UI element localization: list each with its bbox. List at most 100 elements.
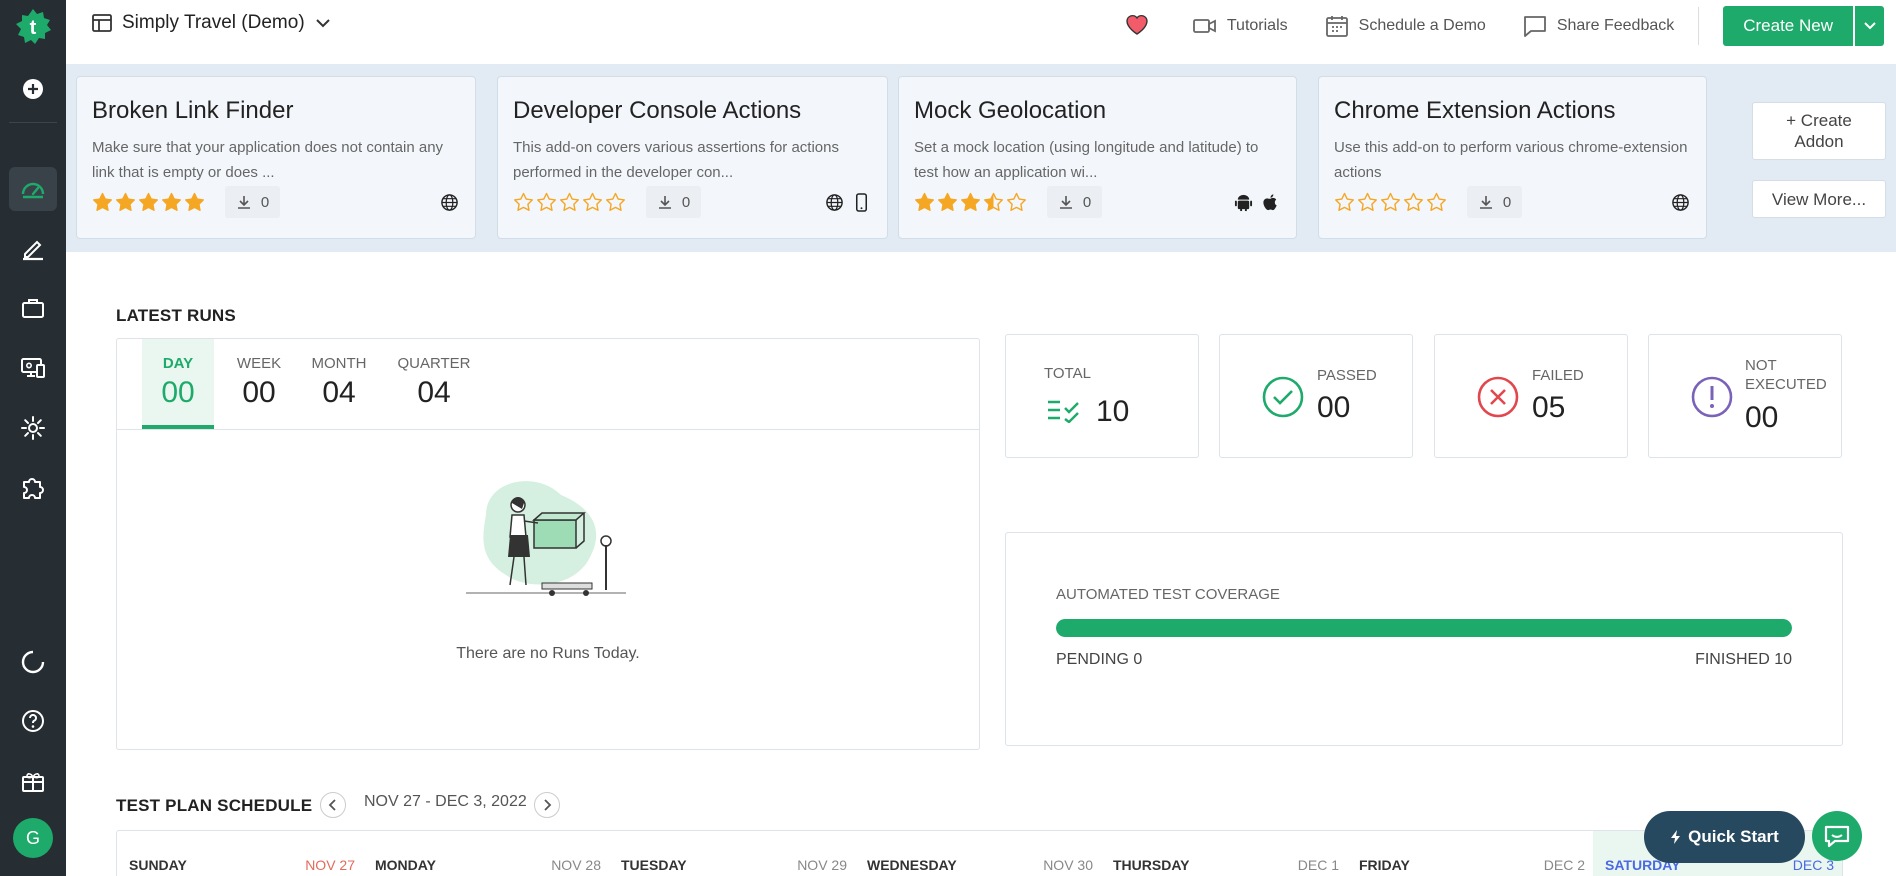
calendar-day[interactable]: FRIDAY DEC 2 bbox=[1347, 831, 1593, 876]
calendar-day-date: NOV 27 bbox=[305, 857, 355, 873]
star-full-icon bbox=[93, 192, 112, 211]
coverage-progress-bar bbox=[1056, 619, 1792, 637]
add-icon[interactable] bbox=[9, 67, 57, 111]
stat-total-label: TOTAL bbox=[1044, 365, 1091, 382]
calendar-day[interactable]: TUESDAY NOV 29 bbox=[609, 831, 855, 876]
quick-start-button[interactable]: Quick Start bbox=[1644, 811, 1805, 863]
star-empty-icon bbox=[560, 192, 579, 211]
latest-runs-panel: DAY 00 WEEK 00 MONTH 04 QUARTER 04 There… bbox=[116, 338, 980, 750]
briefcase-icon[interactable] bbox=[9, 286, 57, 330]
download-count[interactable]: 0 bbox=[1047, 186, 1102, 218]
star-empty-icon bbox=[583, 192, 602, 211]
chat-bubble-icon bbox=[1523, 16, 1546, 37]
star-rating bbox=[914, 192, 1027, 213]
stat-total-value: 10 bbox=[1096, 395, 1130, 428]
edit-icon[interactable] bbox=[9, 227, 57, 271]
tab-month-label: MONTH bbox=[311, 355, 367, 372]
tab-day-value: 00 bbox=[161, 376, 195, 409]
schedule-date-range: NOV 27 - DEC 3, 2022 bbox=[364, 793, 527, 810]
download-value: 0 bbox=[1082, 193, 1092, 211]
tab-day[interactable]: DAY 00 bbox=[142, 339, 214, 429]
stat-total[interactable]: TOTAL 10 bbox=[1005, 334, 1199, 458]
user-avatar[interactable]: G bbox=[13, 818, 53, 858]
platform-icons bbox=[1234, 193, 1280, 212]
globe-icon bbox=[826, 193, 843, 211]
calendar-day-date: DEC 2 bbox=[1543, 857, 1585, 873]
coverage-finished: FINISHED 10 bbox=[1695, 651, 1792, 668]
help-icon[interactable] bbox=[9, 699, 57, 743]
stat-passed-value: 00 bbox=[1317, 391, 1351, 424]
calendar-day[interactable]: SUNDAY NOV 27 bbox=[117, 831, 363, 876]
download-count[interactable]: 0 bbox=[1467, 186, 1522, 218]
create-new-dropdown-button[interactable] bbox=[1855, 6, 1884, 46]
tutorials-label: Tutorials bbox=[1226, 17, 1288, 34]
schedule-demo-label: Schedule a Demo bbox=[1358, 17, 1486, 34]
addon-card[interactable]: Broken Link Finder Make sure that your a… bbox=[76, 76, 476, 239]
download-value: 0 bbox=[1502, 193, 1512, 211]
automated-test-coverage-panel: AUTOMATED TEST COVERAGE PENDING 0 FINISH… bbox=[1005, 532, 1843, 746]
schedule-prev-button[interactable] bbox=[320, 792, 346, 818]
sidebar: t G bbox=[0, 0, 66, 876]
view-more-button[interactable]: View More... bbox=[1752, 180, 1886, 218]
star-empty-icon bbox=[1358, 192, 1377, 211]
calendar-day-date: NOV 28 bbox=[551, 857, 601, 873]
addon-card[interactable]: Mock Geolocation Set a mock location (us… bbox=[898, 76, 1297, 239]
dashboard-icon[interactable] bbox=[9, 167, 57, 211]
download-count[interactable]: 0 bbox=[225, 186, 280, 218]
addon-description: Use this add-on to perform various chrom… bbox=[1334, 139, 1688, 181]
tab-day-label: DAY bbox=[162, 355, 194, 372]
check-circle-icon bbox=[1262, 376, 1304, 418]
settings-gear-icon[interactable] bbox=[9, 406, 57, 450]
calendar-day[interactable]: THURSDAY DEC 1 bbox=[1101, 831, 1347, 876]
heart-icon[interactable] bbox=[1124, 12, 1150, 41]
devices-icon[interactable] bbox=[9, 346, 57, 390]
download-count[interactable]: 0 bbox=[646, 186, 701, 218]
chat-support-button[interactable] bbox=[1812, 811, 1862, 861]
share-feedback-link[interactable]: Share Feedback bbox=[1522, 13, 1674, 39]
schedule-demo-link[interactable]: Schedule a Demo bbox=[1324, 13, 1486, 39]
star-full-icon bbox=[915, 192, 934, 211]
tutorials-link[interactable]: Tutorials bbox=[1192, 13, 1288, 39]
lightning-icon bbox=[1671, 830, 1681, 844]
platform-icons bbox=[825, 192, 871, 212]
star-empty-icon bbox=[1427, 192, 1446, 211]
star-empty-icon bbox=[537, 192, 556, 211]
tab-week-label: WEEK bbox=[236, 355, 282, 372]
quick-start-label: Quick Start bbox=[1688, 827, 1779, 846]
top-bar: Simply Travel (Demo) Tutorials Schedule … bbox=[66, 0, 1896, 64]
tab-month-value: 04 bbox=[322, 376, 356, 409]
addon-description: This add-on covers various assertions fo… bbox=[513, 139, 839, 181]
schedule-calendar: SUNDAY NOV 27 MONDAY NOV 28 TUESDAY NOV … bbox=[116, 830, 1843, 876]
test-plan-schedule-title: TEST PLAN SCHEDULE bbox=[116, 796, 313, 815]
project-selector[interactable]: Simply Travel (Demo) bbox=[92, 12, 331, 34]
download-icon bbox=[1059, 196, 1072, 209]
empty-runs-illustration bbox=[466, 475, 626, 610]
coverage-pending: PENDING 0 bbox=[1056, 651, 1143, 668]
tab-quarter[interactable]: QUARTER 04 bbox=[389, 339, 479, 429]
sidebar-divider bbox=[9, 122, 57, 123]
coverage-title: AUTOMATED TEST COVERAGE bbox=[1056, 586, 1280, 603]
stat-failed[interactable]: FAILED 05 bbox=[1434, 334, 1628, 458]
download-value: 0 bbox=[260, 193, 270, 211]
addons-puzzle-icon[interactable] bbox=[9, 466, 57, 510]
addon-card[interactable]: Chrome Extension Actions Use this add-on… bbox=[1318, 76, 1707, 239]
tab-week[interactable]: WEEK 00 bbox=[224, 339, 294, 429]
star-full-icon bbox=[938, 192, 957, 211]
create-addon-button[interactable]: + Create Addon bbox=[1752, 102, 1886, 160]
calendar-day-date: NOV 29 bbox=[797, 857, 847, 873]
stat-passed[interactable]: PASSED 00 bbox=[1219, 334, 1413, 458]
star-full-icon bbox=[185, 192, 204, 211]
calendar-day[interactable]: MONDAY NOV 28 bbox=[363, 831, 609, 876]
chevron-left-icon bbox=[328, 799, 336, 811]
tab-month[interactable]: MONTH 04 bbox=[301, 339, 377, 429]
addon-card[interactable]: Developer Console Actions This add-on co… bbox=[497, 76, 888, 239]
loading-circle-icon[interactable] bbox=[9, 640, 57, 684]
caret-down-icon bbox=[1863, 22, 1876, 30]
star-full-icon bbox=[116, 192, 135, 211]
create-new-button[interactable]: Create New bbox=[1723, 6, 1853, 46]
stat-not-executed[interactable]: NOT EXECUTED 00 bbox=[1648, 334, 1842, 458]
gift-icon[interactable] bbox=[9, 759, 57, 803]
testsigma-logo-icon[interactable]: t bbox=[9, 5, 57, 49]
calendar-day[interactable]: WEDNESDAY NOV 30 bbox=[855, 831, 1101, 876]
schedule-next-button[interactable] bbox=[534, 792, 560, 818]
